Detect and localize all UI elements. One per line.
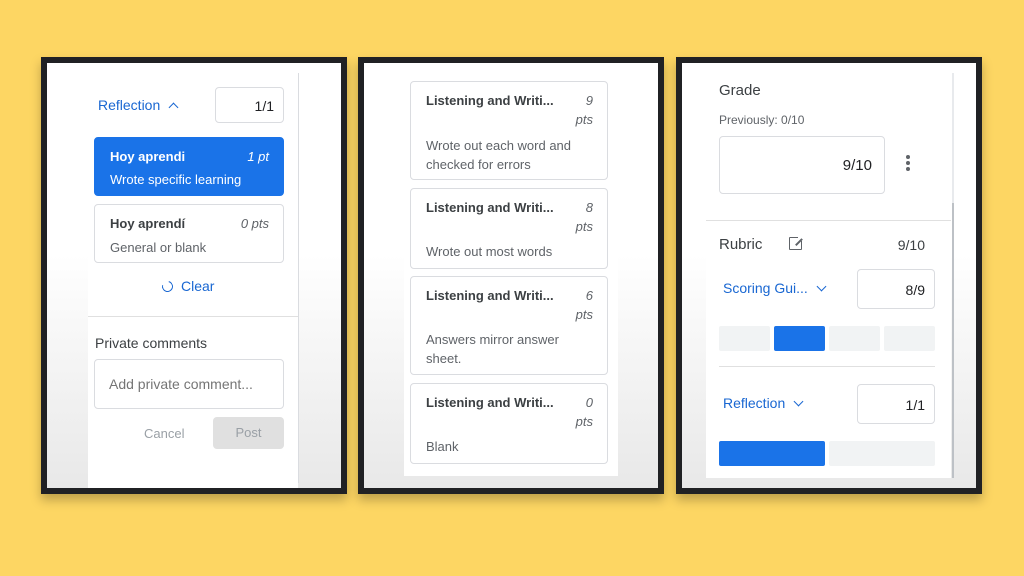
private-comments-heading: Private comments	[95, 335, 208, 351]
screenshot-frame-reflection: Reflection 1/1 Hoy aprendi 1 pt Wrote sp…	[41, 57, 347, 494]
level-points: 6	[585, 288, 593, 303]
clear-label: Clear	[181, 278, 215, 294]
level-points-unit: pts	[575, 307, 593, 322]
level-points: 0 pts	[240, 216, 269, 231]
rubric-level-card[interactable]: Hoy aprendí 0 pts General or blank	[94, 204, 284, 263]
reset-icon	[159, 278, 176, 295]
chevron-up-icon	[168, 102, 179, 113]
level-description: Answers mirror answer sheet.	[426, 332, 559, 366]
level-segment[interactable]	[829, 441, 935, 466]
cancel-button[interactable]: Cancel	[144, 426, 184, 441]
screenshot: Reflection 1/1 Hoy aprendi 1 pt Wrote sp…	[47, 63, 341, 488]
criterion-score-input[interactable]: 1/1	[215, 87, 284, 123]
level-points-unit: pts	[575, 219, 593, 234]
open-in-new-icon-arrow	[795, 238, 803, 246]
grade-input[interactable]: 9/10	[719, 136, 885, 194]
clear-button[interactable]: Clear	[159, 278, 215, 295]
divider	[719, 366, 935, 367]
open-in-new-icon[interactable]	[789, 235, 804, 250]
level-points-unit: pts	[575, 414, 593, 429]
grading-sidebar: Reflection 1/1 Hoy aprendi 1 pt Wrote sp…	[88, 63, 299, 488]
divider	[706, 220, 951, 221]
scrollbar-thumb[interactable]	[952, 203, 954, 478]
level-description: Wrote out each word and checked for erro…	[426, 138, 572, 172]
scrollbar-track	[952, 73, 954, 203]
level-description: Wrote specific learning	[110, 172, 242, 187]
scrollbar-track	[298, 73, 299, 483]
rubric-level-card[interactable]: Listening and Writi... 0 pts Blank	[410, 383, 608, 464]
level-title: Listening and Writi...	[426, 288, 554, 303]
level-points: 9	[585, 93, 593, 108]
chevron-down-icon	[793, 396, 804, 407]
chevron-down-icon	[816, 281, 827, 292]
criterion-label: Scoring Gui...	[723, 280, 808, 296]
level-points: 1 pt	[247, 149, 269, 164]
grade-panel: Grade Previously: 0/10 9/10 Rubric 9/10 …	[706, 63, 954, 478]
criterion-label: Reflection	[98, 97, 161, 113]
rubric-level-card[interactable]: Hoy aprendi 1 pt Wrote specific learning	[94, 137, 284, 196]
more-vert-icon-dot	[906, 161, 910, 165]
rubric-total: 9/10	[897, 237, 925, 253]
level-segment[interactable]	[829, 326, 880, 351]
level-description: Blank	[426, 439, 459, 454]
level-title: Listening and Writi...	[426, 200, 554, 215]
screenshot-frame-grade: Grade Previously: 0/10 9/10 Rubric 9/10 …	[676, 57, 982, 494]
level-segment[interactable]	[884, 326, 935, 351]
rubric-level-card[interactable]: Listening and Writi... 6 pts Answers mir…	[410, 276, 608, 375]
private-comment-input[interactable]	[94, 359, 284, 409]
criterion-toggle-reflection[interactable]: Reflection	[723, 395, 804, 411]
level-description: General or blank	[110, 240, 207, 255]
level-points: 8	[585, 200, 593, 215]
level-segment[interactable]	[719, 326, 770, 351]
criterion-score-input[interactable]: 1/1	[857, 384, 935, 424]
level-points: 0	[585, 395, 593, 410]
criterion-toggle-reflection[interactable]: Reflection	[98, 97, 179, 113]
post-button[interactable]: Post	[213, 417, 284, 449]
screenshot-frame-rubric-levels: Listening and Writi... 9 pts Wrote out e…	[358, 57, 664, 494]
divider	[88, 316, 298, 317]
level-segment[interactable]	[774, 326, 825, 351]
screenshot: Listening and Writi... 9 pts Wrote out e…	[364, 63, 658, 488]
level-title: Hoy aprendí	[110, 216, 186, 231]
more-vert-icon	[906, 155, 910, 159]
criterion-label: Reflection	[723, 395, 786, 411]
level-title: Listening and Writi...	[426, 395, 554, 410]
more-options-button[interactable]	[906, 155, 910, 171]
level-points-unit: pts	[575, 112, 593, 127]
level-title: Hoy aprendi	[110, 149, 186, 164]
rubric-level-list: Listening and Writi... 9 pts Wrote out e…	[404, 63, 618, 476]
level-title: Listening and Writi...	[426, 93, 554, 108]
grade-heading: Grade	[719, 82, 761, 99]
screenshot: Grade Previously: 0/10 9/10 Rubric 9/10 …	[682, 63, 976, 488]
previous-grade: Previously: 0/10	[719, 113, 805, 127]
rubric-level-card[interactable]: Listening and Writi... 9 pts Wrote out e…	[410, 81, 608, 180]
criterion-toggle-scoring-guide[interactable]: Scoring Gui...	[723, 280, 827, 296]
criterion-score-input[interactable]: 8/9	[857, 269, 935, 309]
rubric-level-card[interactable]: Listening and Writi... 8 pts Wrote out m…	[410, 188, 608, 269]
level-description: Wrote out most words	[426, 244, 553, 259]
more-vert-icon-dot	[906, 167, 910, 171]
level-segment[interactable]	[719, 441, 825, 466]
rubric-heading: Rubric	[719, 236, 763, 253]
